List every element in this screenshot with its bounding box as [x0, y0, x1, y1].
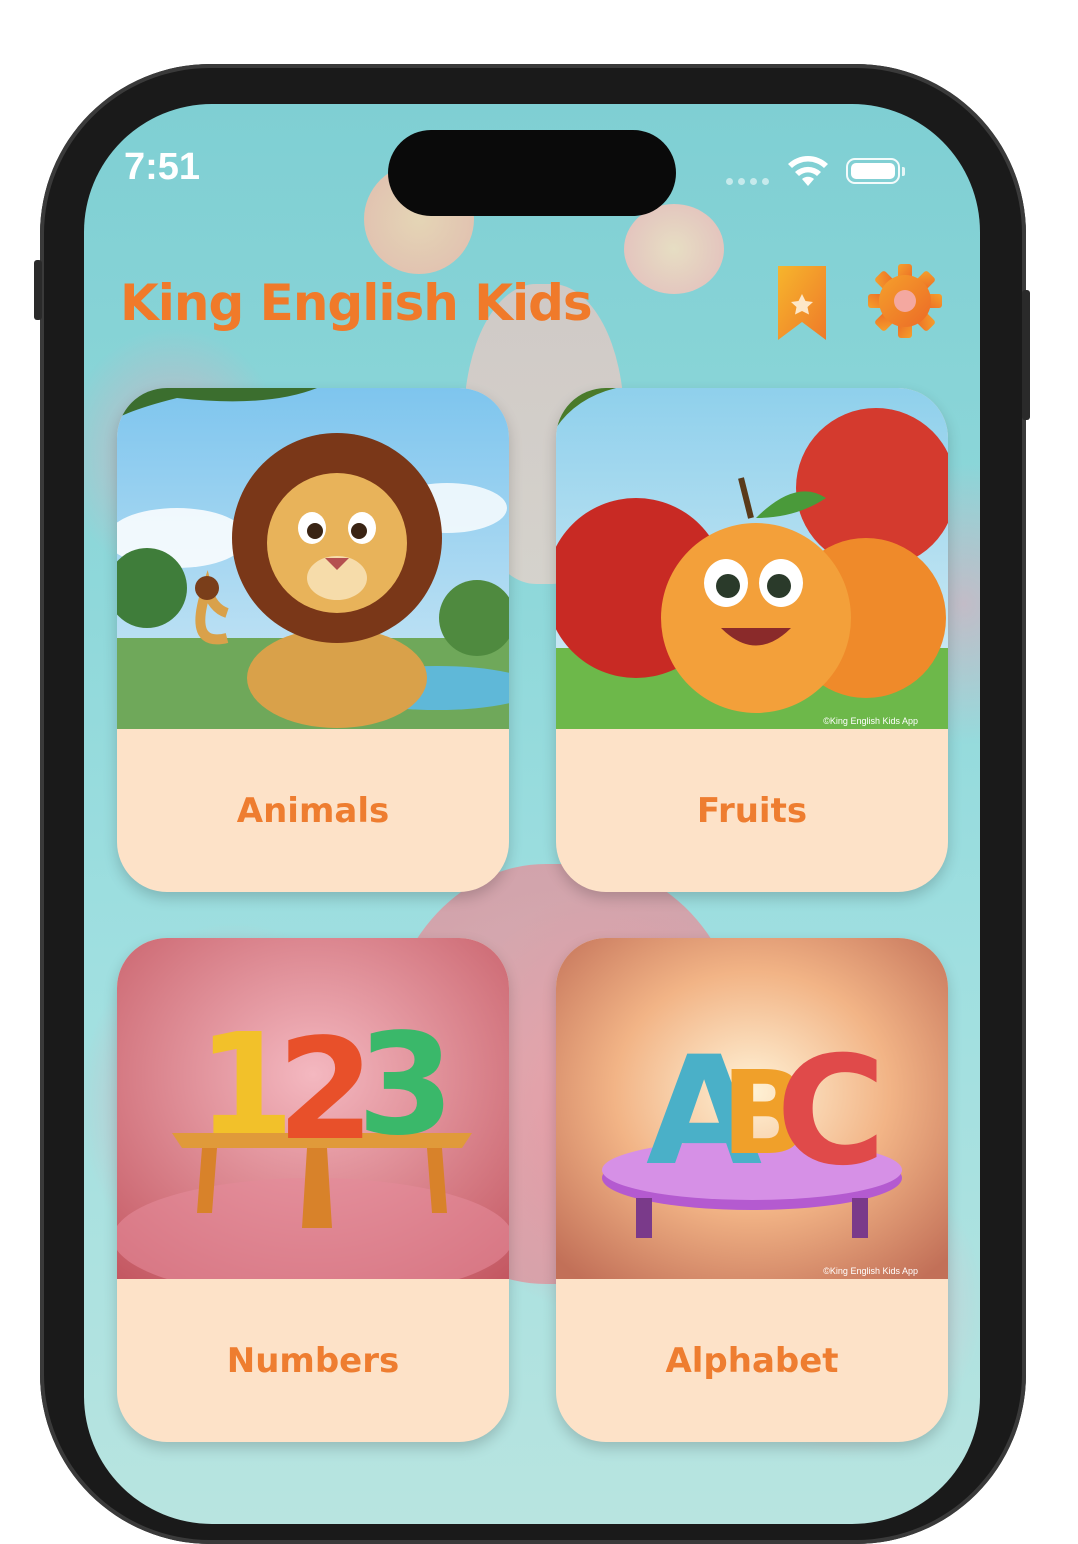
- app-title: King English Kids: [120, 274, 593, 332]
- category-label: Animals: [236, 790, 390, 831]
- status-time: 7:51: [124, 146, 201, 188]
- abc-letters-illustration: A B C ©King English Kids App: [556, 938, 948, 1279]
- bg-decoration: [624, 204, 724, 294]
- watermark-text: ©King English Kids App: [823, 716, 918, 726]
- phone-side-button: [34, 260, 42, 320]
- category-card-fruits[interactable]: ©King English Kids App Fruits: [556, 388, 948, 892]
- apple-character-illustration: ©King English Kids App: [556, 388, 948, 729]
- category-label: Fruits: [696, 790, 808, 831]
- dynamic-island: [388, 130, 676, 216]
- category-card-animals[interactable]: Animals: [117, 388, 509, 892]
- battery-icon: [846, 158, 905, 184]
- digit-three-graphic: 3: [357, 1004, 454, 1167]
- category-label: Alphabet: [665, 1340, 839, 1381]
- phone-power-button: [1022, 290, 1030, 420]
- watermark-text: ©King English Kids App: [823, 1266, 918, 1276]
- lion-illustration: [117, 388, 509, 729]
- gear-icon[interactable]: [868, 264, 942, 338]
- wifi-icon: [788, 156, 828, 186]
- 123-blocks-illustration: 1 2 3: [117, 938, 509, 1279]
- category-card-numbers[interactable]: 1 2 3 Numbers: [117, 938, 509, 1442]
- bookmark-star-icon[interactable]: [778, 266, 826, 340]
- letter-c-graphic: C: [776, 1025, 886, 1199]
- category-label: Numbers: [226, 1340, 400, 1381]
- signal-icon: [726, 178, 769, 185]
- category-card-alphabet[interactable]: A B C ©King English Kids App Alphabet: [556, 938, 948, 1442]
